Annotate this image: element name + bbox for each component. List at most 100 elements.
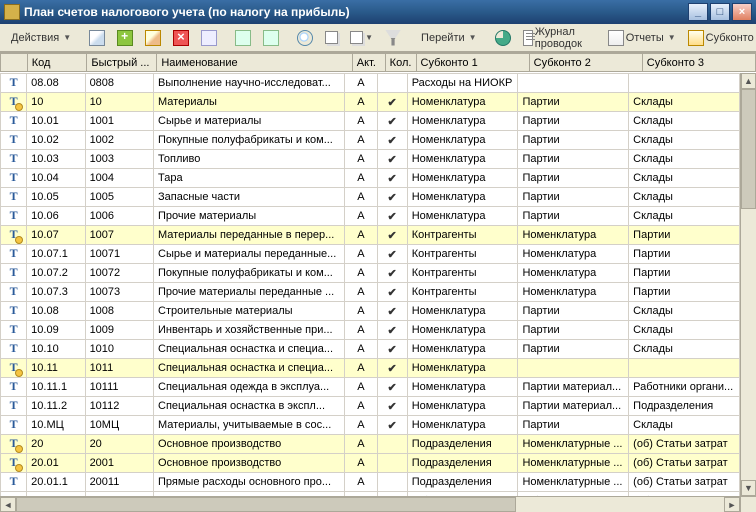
cell-act: А: [345, 150, 377, 169]
edit-button[interactable]: [140, 27, 166, 49]
col-act[interactable]: Акт.: [352, 54, 385, 72]
cell-sub3: Склады: [629, 169, 740, 188]
table-row[interactable]: T10.021002Покупные полуфабрикаты и ком..…: [1, 131, 740, 150]
add-button[interactable]: [112, 27, 138, 49]
cell-sub1: Номенклатура: [407, 397, 518, 416]
horizontal-scrollbar[interactable]: ◄ ►: [0, 496, 740, 512]
table-row[interactable]: T08.080808Выполнение научно-исследоват..…: [1, 74, 740, 93]
cell-fast: 2001: [85, 454, 153, 473]
cell-sub2: Номенклатурные ...: [518, 473, 629, 492]
col-qty[interactable]: Кол.: [385, 54, 416, 72]
move-button[interactable]: [258, 27, 284, 49]
col-code[interactable]: Код: [27, 54, 87, 72]
table-body-scroll[interactable]: T08.080808Выполнение научно-исследоват..…: [0, 73, 740, 496]
vscroll-track[interactable]: [741, 89, 756, 480]
scroll-right-arrow[interactable]: ►: [724, 497, 740, 512]
row-icon-cell: T: [1, 473, 27, 492]
table-row[interactable]: T10.091009Инвентарь и хозяйственные при.…: [1, 321, 740, 340]
table-row[interactable]: T10.07.310073Прочие материалы переданные…: [1, 283, 740, 302]
col-fast[interactable]: Быстрый ...: [87, 54, 157, 72]
account-t-icon: T: [6, 246, 22, 262]
scroll-down-arrow[interactable]: ▼: [741, 480, 756, 496]
cell-qty: ✔: [377, 302, 407, 321]
cell-qty: ✔: [377, 359, 407, 378]
delete-icon: [173, 30, 189, 46]
table-row[interactable]: T10.07.210072Покупные полуфабрикаты и ко…: [1, 264, 740, 283]
close-button[interactable]: ×: [732, 3, 752, 21]
cell-sub3: Склады: [629, 207, 740, 226]
vertical-scrollbar[interactable]: ▲ ▼: [740, 73, 756, 496]
cell-code: 20.01: [27, 454, 85, 473]
scroll-up-arrow[interactable]: ▲: [741, 73, 756, 89]
paste-button[interactable]: ▼: [345, 27, 378, 49]
subkonto-menu[interactable]: Субконто ▼: [683, 27, 756, 49]
minimize-button[interactable]: _: [688, 3, 708, 21]
table-row[interactable]: T10.051005Запасные частиА✔НоменклатураПа…: [1, 188, 740, 207]
table-row[interactable]: T10.101010Специальная оснастка и специа.…: [1, 340, 740, 359]
reports-menu[interactable]: Отчеты ▼: [603, 27, 681, 49]
cell-code: 10.04: [27, 169, 85, 188]
cell-act: А: [345, 207, 377, 226]
cell-name: Специальная оснастка и специа...: [154, 359, 345, 378]
cell-qty: ✔: [377, 245, 407, 264]
table-row[interactable]: T10.061006Прочие материалыА✔Номенклатура…: [1, 207, 740, 226]
cell-sub2: Партии: [518, 188, 629, 207]
cell-qty: ✔: [377, 207, 407, 226]
actions-menu[interactable]: Действия ▼: [4, 27, 76, 49]
table-row[interactable]: T10.081008Строительные материалыА✔Номенк…: [1, 302, 740, 321]
goto-menu[interactable]: Перейти ▼: [414, 27, 482, 49]
copy-button[interactable]: [320, 27, 343, 49]
cell-name: Прямые расходы основного про...: [154, 473, 345, 492]
cell-act: А: [345, 454, 377, 473]
table-row[interactable]: T10.07.110071Сырье и материалы переданны…: [1, 245, 740, 264]
account-t-icon: T: [6, 265, 22, 281]
cell-act: А: [345, 321, 377, 340]
cell-sub1: Контрагенты: [407, 283, 518, 302]
row-icon-cell: T: [1, 435, 27, 454]
table-row[interactable]: T2020Основное производствоАПодразделения…: [1, 435, 740, 454]
col-sub2[interactable]: Субконто 2: [529, 54, 642, 72]
cell-name: Покупные полуфабрикаты и ком...: [154, 131, 345, 150]
table-row[interactable]: T10.11.110111Специальная одежда в эксплу…: [1, 378, 740, 397]
cell-sub1: Номенклатура: [407, 321, 518, 340]
filter-button[interactable]: [380, 27, 406, 49]
cell-act: А: [345, 245, 377, 264]
cell-name: Материалы: [154, 93, 345, 112]
cell-name: Материалы переданные в перер...: [154, 226, 345, 245]
mark-button[interactable]: [196, 27, 222, 49]
cell-code: 08.08: [27, 74, 85, 93]
refresh-button[interactable]: [490, 27, 516, 49]
table-row[interactable]: T10.МЦ10МЦМатериалы, учитываемые в сос..…: [1, 416, 740, 435]
hscroll-track[interactable]: [16, 497, 724, 512]
journal-button[interactable]: Журнал проводок: [518, 27, 595, 49]
table-row[interactable]: T10.071007Материалы переданные в перер..…: [1, 226, 740, 245]
col-icon[interactable]: [1, 54, 28, 72]
table-row[interactable]: T10.031003ТопливоА✔НоменклатураПартииСкл…: [1, 150, 740, 169]
table-row[interactable]: T1010МатериалыА✔НоменклатураПартииСклады: [1, 93, 740, 112]
table-row[interactable]: T10.011001Сырье и материалыА✔Номенклатур…: [1, 112, 740, 131]
table-row[interactable]: T10.11.210112Специальная оснастка в эксп…: [1, 397, 740, 416]
table-row[interactable]: T20.012001Основное производствоАПодразде…: [1, 454, 740, 473]
subkonto-icon: [688, 30, 704, 46]
scroll-left-arrow[interactable]: ◄: [0, 497, 16, 512]
cell-sub1: Номенклатура: [407, 131, 518, 150]
maximize-button[interactable]: □: [710, 3, 730, 21]
delete-button[interactable]: [168, 27, 194, 49]
cell-fast: 1001: [85, 112, 153, 131]
cell-fast: 10072: [85, 264, 153, 283]
col-sub3[interactable]: Субконто 3: [642, 54, 755, 72]
col-name[interactable]: Наименование: [157, 54, 352, 72]
table-row[interactable]: T10.111011Специальная оснастка и специа.…: [1, 359, 740, 378]
table-row[interactable]: T20.01.120011Прямые расходы основного пр…: [1, 473, 740, 492]
cell-code: 10.МЦ: [27, 416, 85, 435]
new-button[interactable]: [84, 27, 110, 49]
vscroll-thumb[interactable]: [741, 89, 756, 209]
col-sub1[interactable]: Субконто 1: [416, 54, 529, 72]
cell-qty: ✔: [377, 264, 407, 283]
cell-sub1: Номенклатура: [407, 340, 518, 359]
cell-sub1: Подразделения: [407, 435, 518, 454]
hierarchy-button[interactable]: [230, 27, 256, 49]
find-button[interactable]: [292, 27, 318, 49]
hscroll-thumb[interactable]: [16, 497, 516, 512]
table-row[interactable]: T10.041004ТараА✔НоменклатураПартииСклады: [1, 169, 740, 188]
